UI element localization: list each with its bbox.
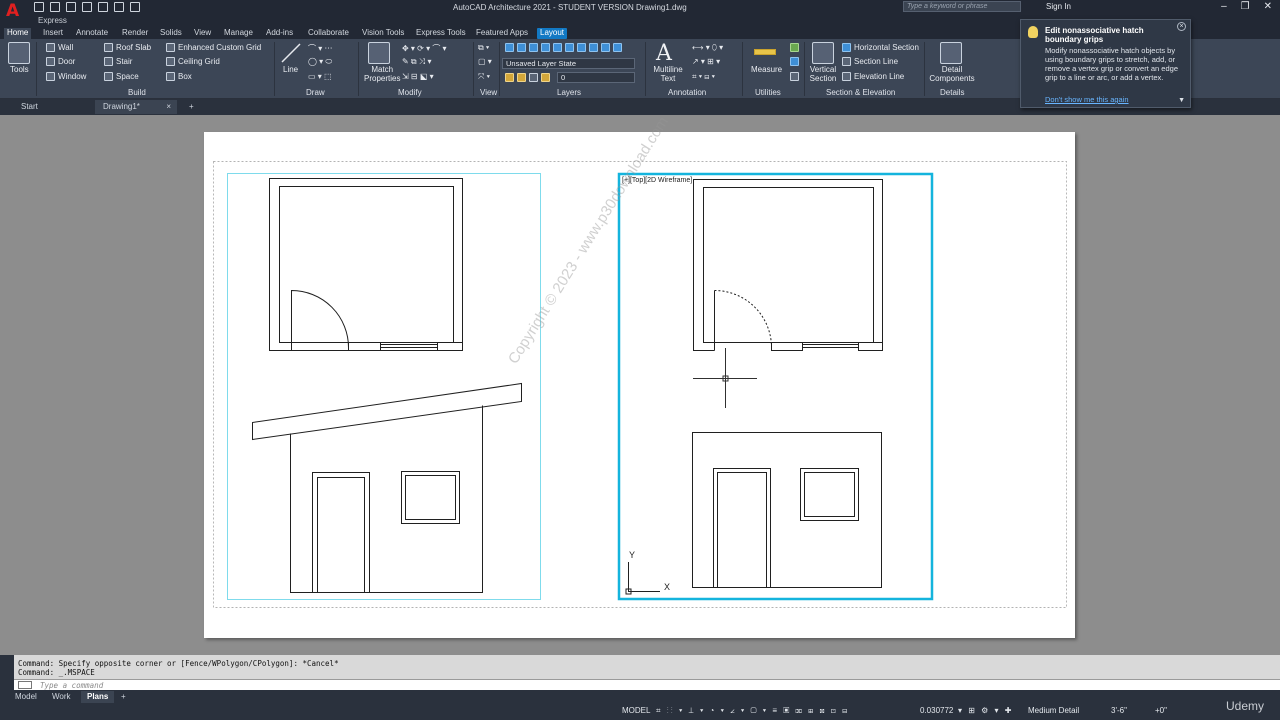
command-history-line: Command: Specify opposite corner or [Fen… — [18, 659, 339, 668]
elevation-offset[interactable]: +0" — [1155, 706, 1167, 715]
command-menu-icon[interactable] — [18, 681, 32, 689]
dont-show-again-link[interactable]: Don't show me this again — [1045, 95, 1129, 104]
command-input-placeholder: Type a command — [40, 681, 104, 690]
command-window-grip[interactable] — [0, 655, 14, 690]
layout-tab-work[interactable]: Work — [46, 691, 77, 703]
command-input[interactable]: Type a command — [14, 679, 1280, 690]
command-history-line: Command: _.MSPACE — [18, 668, 95, 677]
drawing-canvas[interactable] — [0, 0, 1280, 720]
grid-snap-icons[interactable]: ⌗ ⋮⋮ ▾ ⊥ ▾ ◔ ▾ ∠ ▾ ▢ ▾ ≡ ▣ ⌧ ⊞ ⊠ ⊡ ⊟ — [656, 706, 849, 716]
ucs-x-label: X — [664, 582, 671, 592]
annotation-scale[interactable]: 0.030772 — [920, 706, 953, 715]
close-icon[interactable]: × — [1177, 22, 1186, 31]
status-bar: Model Work Plans + MODEL ⌗ ⋮⋮ ▾ ⊥ ▾ ◔ ▾ … — [0, 690, 1280, 720]
workspace-icons[interactable]: ▾ ⊞ ⚙ ▾ ✚ — [958, 706, 1014, 715]
chevron-down-icon[interactable]: ▼ — [1178, 97, 1185, 104]
layout-tab-plans[interactable]: Plans — [81, 691, 115, 703]
cut-plane[interactable]: 3'-6" — [1111, 706, 1127, 715]
add-layout-button[interactable]: + — [115, 691, 132, 703]
hint-tooltip: × Edit nonassociative hatch boundary gri… — [1020, 19, 1191, 108]
crosshair-cursor — [693, 348, 757, 408]
ucs-icon — [625, 562, 660, 595]
lightbulb-icon — [1028, 26, 1038, 38]
layout-tab-model[interactable]: Model — [9, 691, 43, 703]
detail-level[interactable]: Medium Detail — [1028, 706, 1079, 715]
model-space-toggle[interactable]: MODEL — [622, 706, 650, 715]
tooltip-body: Modify nonassociative hatch objects by u… — [1045, 46, 1178, 82]
udemy-logo: Udemy — [1226, 699, 1265, 713]
ucs-y-label: Y — [629, 550, 636, 560]
left-viewport — [227, 173, 541, 600]
right-viewport — [617, 172, 934, 601]
tooltip-title: Edit nonassociative hatch boundary grips — [1045, 26, 1144, 44]
